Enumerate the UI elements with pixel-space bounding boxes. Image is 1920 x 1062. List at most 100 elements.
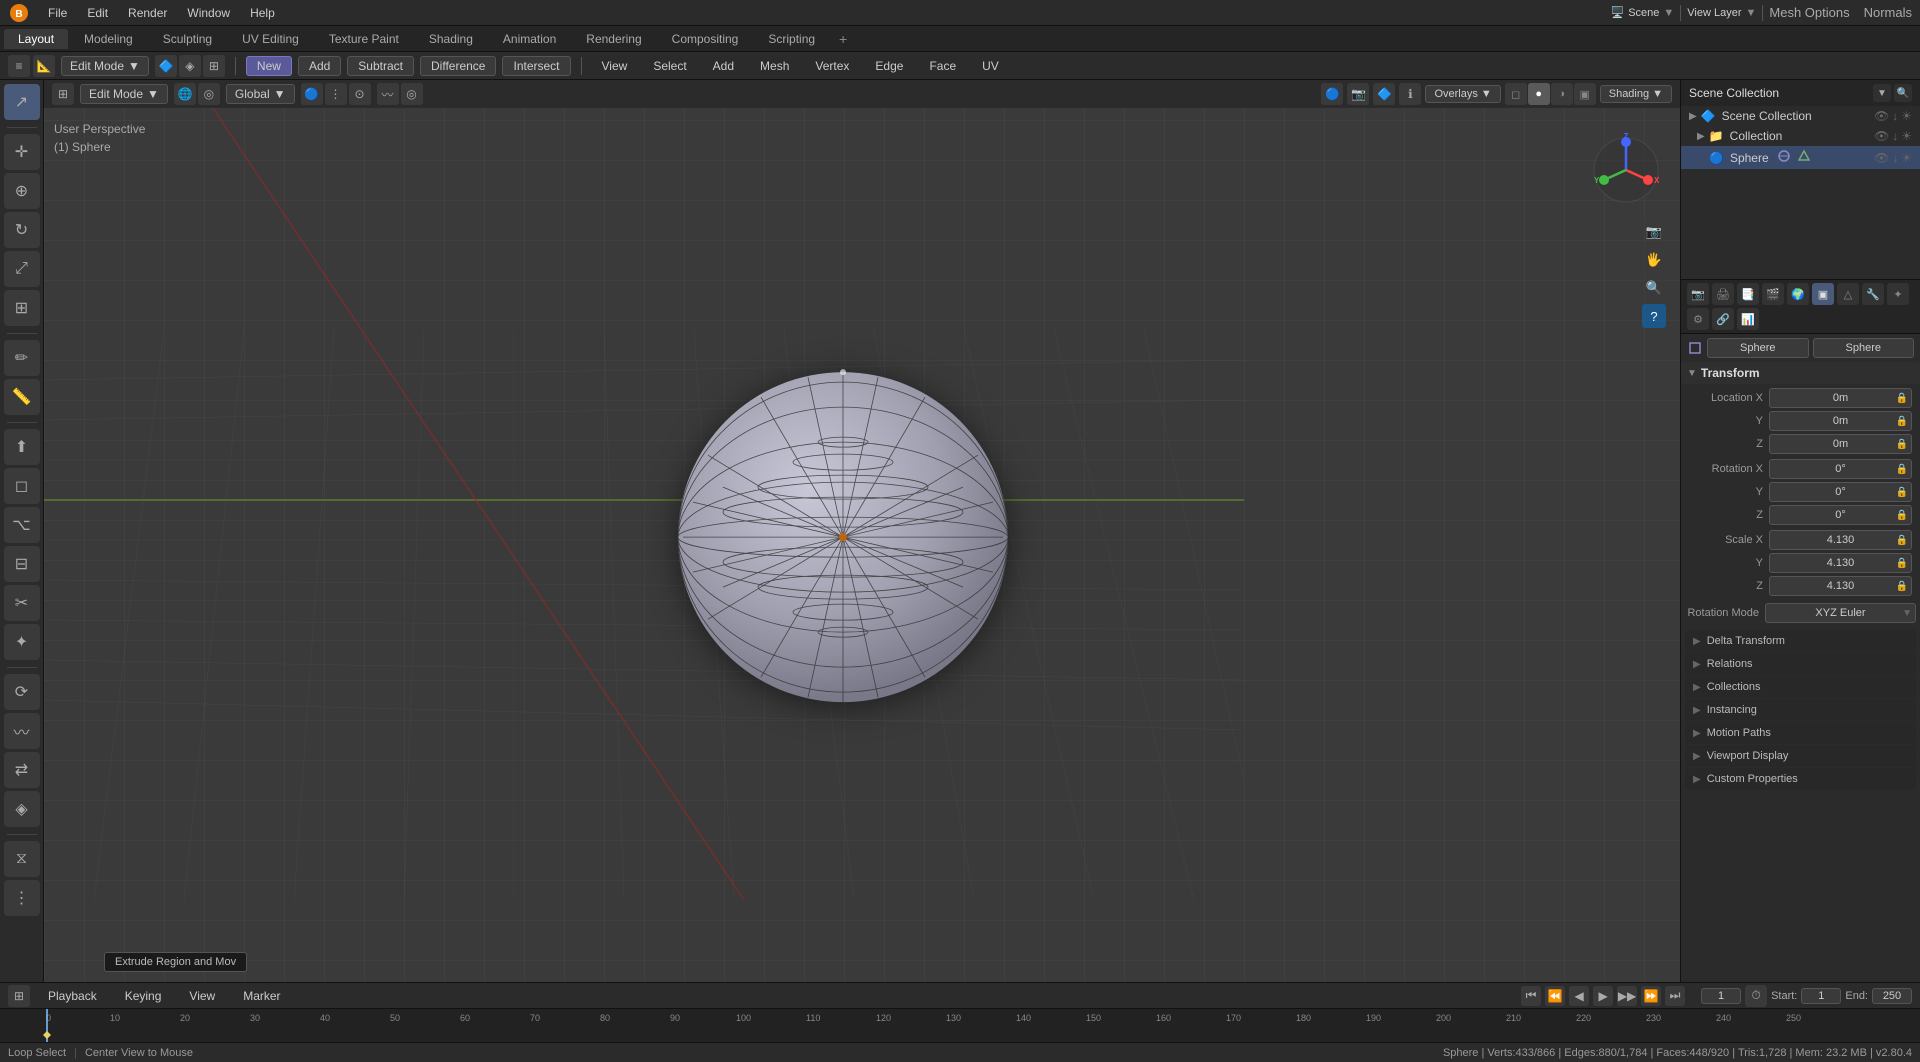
tab-layout[interactable]: Layout — [4, 29, 68, 49]
outliner-search-icon[interactable]: 🔍 — [1894, 84, 1912, 102]
tl-next-keyframe-btn[interactable]: ⏩ — [1641, 986, 1661, 1006]
menu-edit[interactable]: Edit — [79, 4, 116, 22]
tool-smooth[interactable]: 〰 — [4, 713, 40, 749]
menu-file[interactable]: File — [40, 4, 75, 22]
menu-view[interactable]: View — [592, 57, 638, 75]
tab-texture-paint[interactable]: Texture Paint — [315, 29, 413, 49]
prop-tab-object[interactable]: ▣ — [1812, 283, 1834, 305]
scale-x-field[interactable]: 4.130 🔒 — [1769, 530, 1912, 550]
viewport-zoom-icon[interactable]: 🔍 — [1642, 276, 1666, 300]
relations-section[interactable]: ▶ Relations — [1685, 653, 1916, 675]
viewport-info-icon[interactable]: ℹ — [1399, 83, 1421, 105]
rotation-z-lock[interactable]: 🔒 — [1896, 510, 1908, 521]
prop-tab-particles[interactable]: ✦ — [1887, 283, 1909, 305]
blender-logo[interactable]: B — [8, 2, 30, 24]
btn-difference[interactable]: Difference — [420, 56, 496, 76]
prop-tab-constraints[interactable]: 🔗 — [1712, 308, 1734, 330]
location-y-field[interactable]: 0m 🔒 — [1769, 411, 1912, 431]
tool-annotate[interactable]: ✏ — [4, 340, 40, 376]
tab-uv-editing[interactable]: UV Editing — [228, 29, 313, 49]
outliner-scene-collection[interactable]: ▶ 🔷 Scene Collection 👁↓☀ — [1681, 106, 1920, 126]
rotation-y-lock[interactable]: 🔒 — [1896, 487, 1908, 498]
menu-vertex[interactable]: Vertex — [805, 57, 859, 75]
timeline-current-frame[interactable]: 1 — [1701, 988, 1741, 1004]
proportional-size[interactable]: ◎ — [401, 83, 423, 105]
menu-uv[interactable]: UV — [972, 57, 1009, 75]
rotation-x-field[interactable]: 0° 🔒 — [1769, 459, 1912, 479]
viewport[interactable]: ⊞ Edit Mode▼ 🌐 ◎ Global▼ 🔵 ⋮ ⊙ 〰 ◎ — [44, 80, 1680, 982]
tool-rotate[interactable]: ↻ — [4, 212, 40, 248]
tl-end-btn[interactable]: ⏭ — [1665, 986, 1685, 1006]
tool-select[interactable]: ↗ — [4, 84, 40, 120]
shade-material[interactable]: ◑ — [1551, 83, 1573, 105]
location-x-field[interactable]: 0m 🔒 — [1769, 388, 1912, 408]
tool-knife[interactable]: ✂ — [4, 585, 40, 621]
timeline-menu-icon[interactable]: ⊞ — [8, 985, 30, 1007]
menu-edge[interactable]: Edge — [865, 57, 913, 75]
timeline-start-frame[interactable]: 1 — [1801, 988, 1841, 1004]
tab-scripting[interactable]: Scripting — [754, 29, 829, 49]
tool-polypen[interactable]: ✦ — [4, 624, 40, 660]
tab-modeling[interactable]: Modeling — [70, 29, 147, 49]
rotation-x-lock[interactable]: 🔒 — [1896, 464, 1908, 475]
mode-dropdown[interactable]: Edit Mode ▼ — [61, 56, 149, 76]
location-z-field[interactable]: 0m 🔒 — [1769, 434, 1912, 454]
proportional-edit-icon[interactable]: ◎ — [198, 83, 220, 105]
overlays-button[interactable]: Overlays▼ — [1425, 85, 1500, 103]
menu-add[interactable]: Add — [703, 57, 744, 75]
tool-shrink[interactable]: ◈ — [4, 791, 40, 827]
prop-tab-render[interactable]: 📷 — [1687, 283, 1709, 305]
transform-space-dropdown[interactable]: Global▼ — [226, 84, 295, 104]
camera-perspective-icon[interactable]: 📷 — [1642, 220, 1666, 244]
btn-new[interactable]: New — [246, 56, 292, 76]
tab-sculpting[interactable]: Sculpting — [149, 29, 226, 49]
outliner-filter-icon[interactable]: ▼ — [1873, 84, 1891, 102]
tab-shading[interactable]: Shading — [415, 29, 487, 49]
location-x-lock[interactable]: 🔒 — [1896, 393, 1908, 404]
scale-y-lock[interactable]: 🔒 — [1896, 558, 1908, 569]
tool-cursor[interactable]: ✛ — [4, 134, 40, 170]
viewport-lock-icon[interactable]: 🔵 — [1321, 83, 1343, 105]
timeline-keying-menu[interactable]: Keying — [115, 987, 172, 1005]
proportional-falloff[interactable]: 〰 — [377, 83, 399, 105]
timeline-playback-menu[interactable]: Playback — [38, 987, 107, 1005]
snap-config-icon[interactable]: ⊙ — [349, 83, 371, 105]
prop-tab-output[interactable]: 🖨 — [1712, 283, 1734, 305]
toolbar-expand-btn[interactable]: ≡ — [8, 55, 30, 77]
scale-x-lock[interactable]: 🔒 — [1896, 535, 1908, 546]
add-workspace-tab[interactable]: + — [831, 28, 855, 50]
snap-icon3[interactable]: ⊞ — [203, 55, 225, 77]
tl-play-btn[interactable]: ▶ — [1593, 986, 1613, 1006]
prop-tab-data[interactable]: 📊 — [1737, 308, 1759, 330]
tool-edge-slide[interactable]: ⇄ — [4, 752, 40, 788]
rotation-mode-lock[interactable]: ▼ — [1902, 608, 1912, 619]
tool-move[interactable]: ⊕ — [4, 173, 40, 209]
delta-transform-section[interactable]: ▶ Delta Transform — [1685, 630, 1916, 652]
menu-render[interactable]: Render — [120, 4, 175, 22]
outliner-collection[interactable]: ▶ 📁 Collection 👁↓☀ — [1681, 126, 1920, 146]
collections-section[interactable]: ▶ Collections — [1685, 676, 1916, 698]
viewport-orbit-icon[interactable]: 🖐 — [1642, 248, 1666, 272]
tab-rendering[interactable]: Rendering — [572, 29, 655, 49]
object-name-field[interactable]: Sphere — [1707, 338, 1809, 358]
rotation-y-field[interactable]: 0° 🔒 — [1769, 482, 1912, 502]
tl-play-next-btn[interactable]: ▶▶ — [1617, 986, 1637, 1006]
tool-loop-cut[interactable]: ⊟ — [4, 546, 40, 582]
prop-tab-world[interactable]: 🌍 — [1787, 283, 1809, 305]
viewport-mode-selector[interactable]: Edit Mode▼ — [80, 84, 168, 104]
snap-icon[interactable]: 🔷 — [155, 55, 177, 77]
prop-tab-scene[interactable]: 🎬 — [1762, 283, 1784, 305]
timeline-fps-icon[interactable]: ⏱ — [1745, 985, 1767, 1007]
scale-y-field[interactable]: 4.130 🔒 — [1769, 553, 1912, 573]
prop-tab-physics[interactable]: ⚙ — [1687, 308, 1709, 330]
scale-z-field[interactable]: 4.130 🔒 — [1769, 576, 1912, 596]
tl-start-btn[interactable]: ⏮ — [1521, 986, 1541, 1006]
instancing-section[interactable]: ▶ Instancing — [1685, 699, 1916, 721]
menu-mesh[interactable]: Mesh — [750, 57, 799, 75]
custom-properties-section[interactable]: ▶ Custom Properties — [1685, 768, 1916, 790]
btn-intersect[interactable]: Intersect — [502, 56, 570, 76]
viewport-render-icon[interactable]: 🔷 — [1373, 83, 1395, 105]
tool-scale[interactable]: ⤢ — [4, 251, 40, 287]
shade-solid-wireframe[interactable]: ◻ — [1505, 83, 1527, 105]
tl-play-back-btn[interactable]: ◀ — [1569, 986, 1589, 1006]
